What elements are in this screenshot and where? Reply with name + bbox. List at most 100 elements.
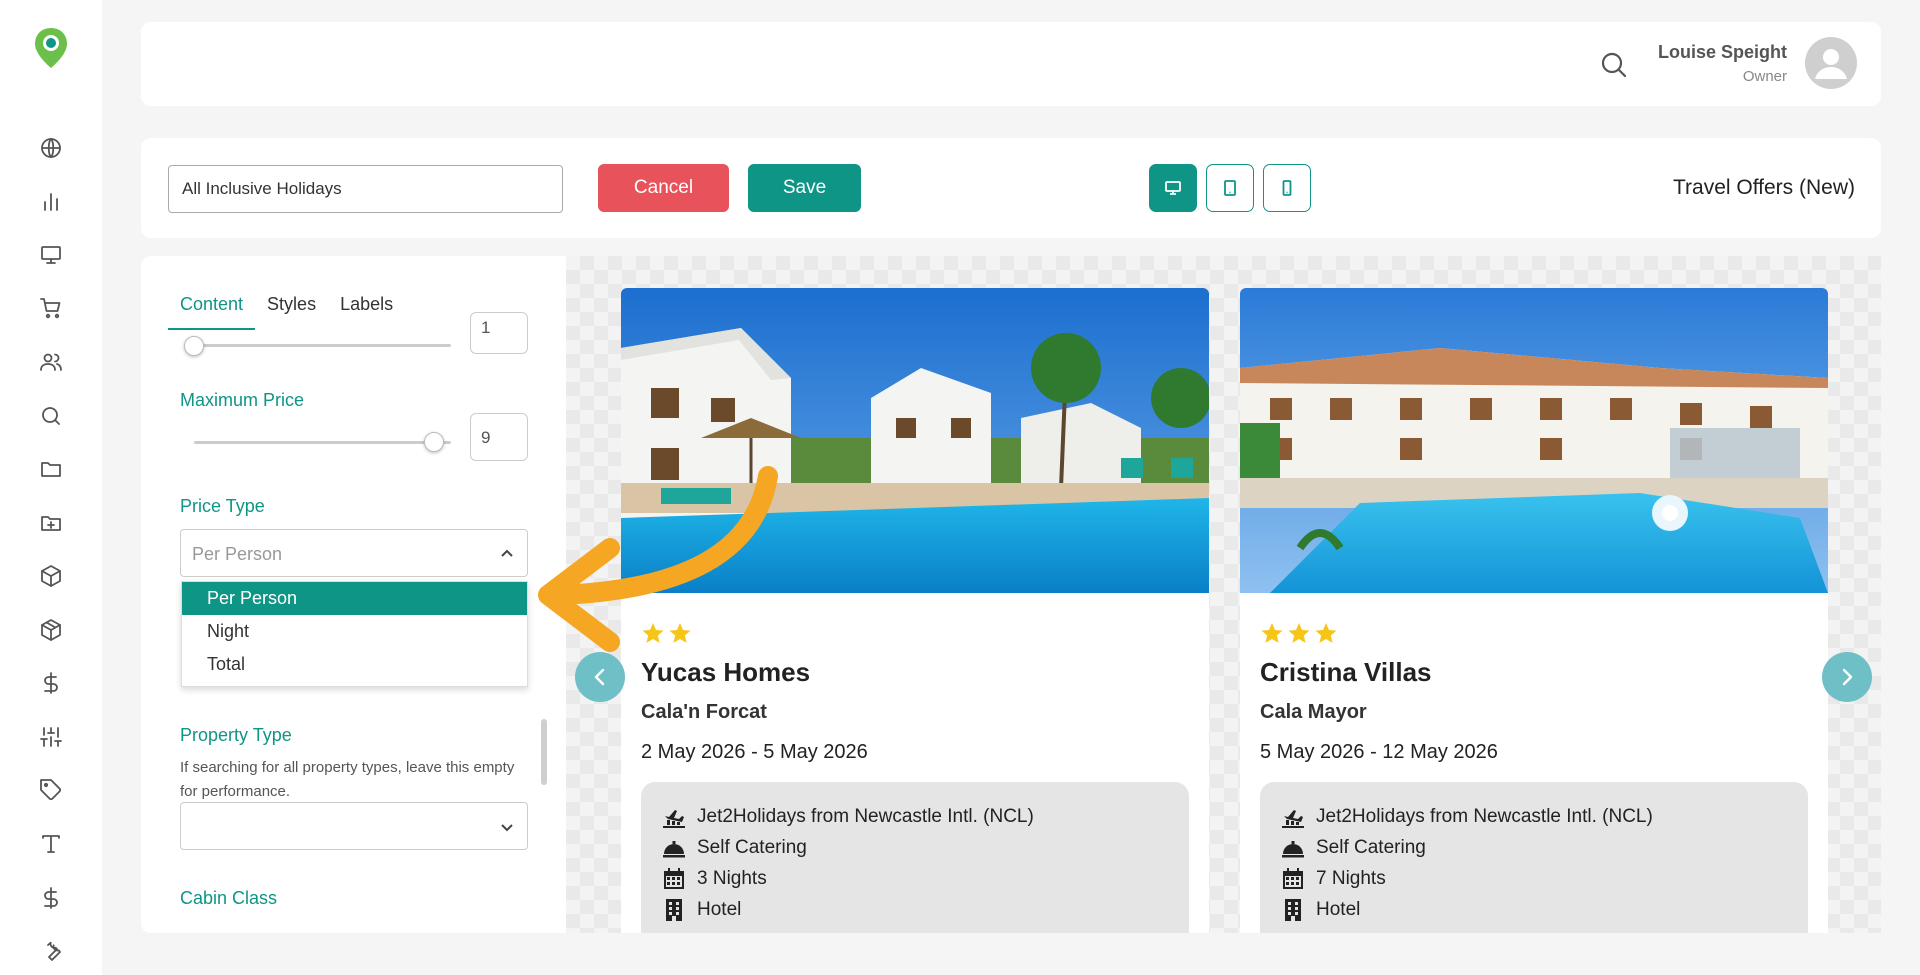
preview-area: Yucas Homes Cala'n Forcat 2 May 2026 - 5… bbox=[566, 256, 1881, 933]
search-icon[interactable] bbox=[1599, 50, 1629, 80]
carousel-prev-button[interactable] bbox=[575, 652, 625, 702]
tab-styles[interactable]: Styles bbox=[255, 290, 328, 330]
min-price-field[interactable]: 1 bbox=[470, 312, 528, 354]
folder-icon[interactable] bbox=[37, 455, 65, 483]
property-type-help: If searching for all property types, lea… bbox=[180, 759, 515, 800]
price-type-value: Per Person bbox=[192, 544, 283, 564]
chart-icon[interactable] bbox=[37, 188, 65, 216]
tablet-view-button[interactable] bbox=[1206, 164, 1254, 212]
star-rating bbox=[1260, 621, 1338, 645]
desktop-icon bbox=[1165, 181, 1181, 195]
max-price-label: Maximum Price bbox=[180, 390, 305, 410]
property-type-label: Property Type bbox=[180, 725, 292, 745]
top-header: Louise Speight Owner bbox=[141, 22, 1881, 106]
detail-text: 3 Nights bbox=[697, 868, 767, 889]
tab-labels[interactable]: Labels bbox=[328, 290, 405, 330]
users-icon[interactable] bbox=[37, 348, 65, 376]
dollar-icon[interactable] bbox=[37, 884, 65, 912]
detail-text: Self Catering bbox=[697, 837, 807, 858]
dollar-icon[interactable] bbox=[37, 669, 65, 697]
chevron-left-icon bbox=[594, 668, 605, 686]
hotel-photo bbox=[1240, 288, 1828, 593]
card-location: Cala'n Forcat bbox=[641, 701, 767, 723]
meal-icon bbox=[1282, 841, 1304, 858]
card-dates: 2 May 2026 - 5 May 2026 bbox=[641, 741, 868, 763]
price-type-select[interactable]: Per Person bbox=[180, 529, 528, 577]
type-icon[interactable] bbox=[37, 830, 65, 858]
desktop-view-button[interactable] bbox=[1149, 164, 1197, 212]
mobile-icon bbox=[1282, 180, 1292, 196]
cabin-class-label: Cabin Class bbox=[180, 888, 278, 908]
editor-toolbar: Cancel Save Travel Offers (New) bbox=[141, 138, 1881, 238]
tab-content[interactable]: Content bbox=[168, 290, 256, 330]
offer-card[interactable]: Yucas Homes Cala'n Forcat 2 May 2026 - 5… bbox=[621, 288, 1209, 933]
offer-card[interactable]: Cristina Villas Cala Mayor 5 May 2026 - … bbox=[1240, 288, 1828, 933]
card-title: Cristina Villas bbox=[1260, 657, 1432, 687]
detail-row: Hotel bbox=[661, 897, 741, 923]
save-button[interactable]: Save bbox=[748, 164, 861, 212]
carousel-next-button[interactable] bbox=[1822, 652, 1872, 702]
detail-row: 3 Nights bbox=[661, 866, 767, 892]
brand-logo-icon[interactable] bbox=[32, 26, 70, 70]
card-location: Cala Mayor bbox=[1260, 701, 1367, 723]
search-icon[interactable] bbox=[37, 402, 65, 430]
star-icon bbox=[642, 623, 664, 643]
package-icon[interactable] bbox=[37, 616, 65, 644]
sidebar bbox=[0, 0, 102, 975]
max-price-slider[interactable] bbox=[194, 441, 451, 444]
editor-panel: Content Styles Labels 1 Maximum Price 9 … bbox=[141, 256, 566, 933]
min-price-slider-handle[interactable] bbox=[184, 336, 204, 356]
price-type-option-total[interactable]: Total bbox=[182, 648, 527, 681]
flight-icon bbox=[1282, 810, 1304, 828]
star-icon bbox=[1315, 623, 1337, 643]
detail-row: Self Catering bbox=[661, 835, 807, 861]
detail-text: Self Catering bbox=[1316, 837, 1426, 858]
tag-icon[interactable] bbox=[37, 776, 65, 804]
calendar-icon bbox=[1283, 868, 1303, 889]
price-type-option-per-person[interactable]: Per Person bbox=[182, 582, 527, 615]
mobile-view-button[interactable] bbox=[1263, 164, 1311, 212]
box-icon[interactable] bbox=[37, 562, 65, 590]
building-icon bbox=[1285, 899, 1301, 921]
detail-row: Jet2Holidays from Newcastle Intl. (NCL) bbox=[661, 804, 1034, 830]
detail-row: 7 Nights bbox=[1280, 866, 1386, 892]
flight-icon bbox=[663, 810, 685, 828]
building-icon bbox=[666, 899, 682, 921]
star-icon bbox=[669, 623, 691, 643]
star-rating bbox=[641, 621, 692, 645]
max-price-field[interactable]: 9 bbox=[470, 413, 528, 461]
monitor-icon[interactable] bbox=[37, 241, 65, 269]
detail-row: Hotel bbox=[1280, 897, 1360, 923]
chevron-up-icon bbox=[499, 546, 515, 562]
card-details: Jet2Holidays from Newcastle Intl. (NCL) … bbox=[1260, 782, 1808, 933]
tablet-icon bbox=[1224, 180, 1236, 196]
min-price-slider[interactable] bbox=[194, 344, 451, 347]
detail-text: Hotel bbox=[697, 899, 742, 920]
chevron-right-icon bbox=[1842, 668, 1853, 686]
user-role: Owner bbox=[1742, 68, 1787, 85]
user-name: Louise Speight bbox=[1657, 42, 1787, 62]
sliders-icon[interactable] bbox=[37, 723, 65, 751]
detail-text: Jet2Holidays from Newcastle Intl. (NCL) bbox=[697, 806, 1034, 827]
max-price-slider-handle[interactable] bbox=[424, 432, 444, 452]
cancel-button[interactable]: Cancel bbox=[598, 164, 729, 212]
calendar-icon bbox=[664, 868, 684, 889]
wrench-icon[interactable] bbox=[37, 937, 65, 965]
cart-icon[interactable] bbox=[37, 294, 65, 322]
panel-scrollbar[interactable] bbox=[541, 719, 547, 785]
price-type-option-night[interactable]: Night bbox=[182, 615, 527, 648]
offer-name-input[interactable] bbox=[168, 165, 563, 213]
meal-icon bbox=[663, 841, 685, 858]
avatar[interactable] bbox=[1805, 37, 1857, 89]
folder-plus-icon[interactable] bbox=[37, 509, 65, 537]
hotel-photo bbox=[621, 288, 1209, 593]
star-icon bbox=[1261, 623, 1283, 643]
detail-row: Jet2Holidays from Newcastle Intl. (NCL) bbox=[1280, 804, 1653, 830]
detail-text: 7 Nights bbox=[1316, 868, 1386, 889]
editor-tabs: Content Styles Labels bbox=[168, 290, 405, 330]
globe-icon[interactable] bbox=[37, 134, 65, 162]
card-details: Jet2Holidays from Newcastle Intl. (NCL) … bbox=[641, 782, 1189, 933]
page-title: Travel Offers (New) bbox=[1672, 176, 1855, 199]
chevron-down-icon bbox=[499, 819, 515, 835]
property-type-select[interactable] bbox=[180, 802, 528, 850]
